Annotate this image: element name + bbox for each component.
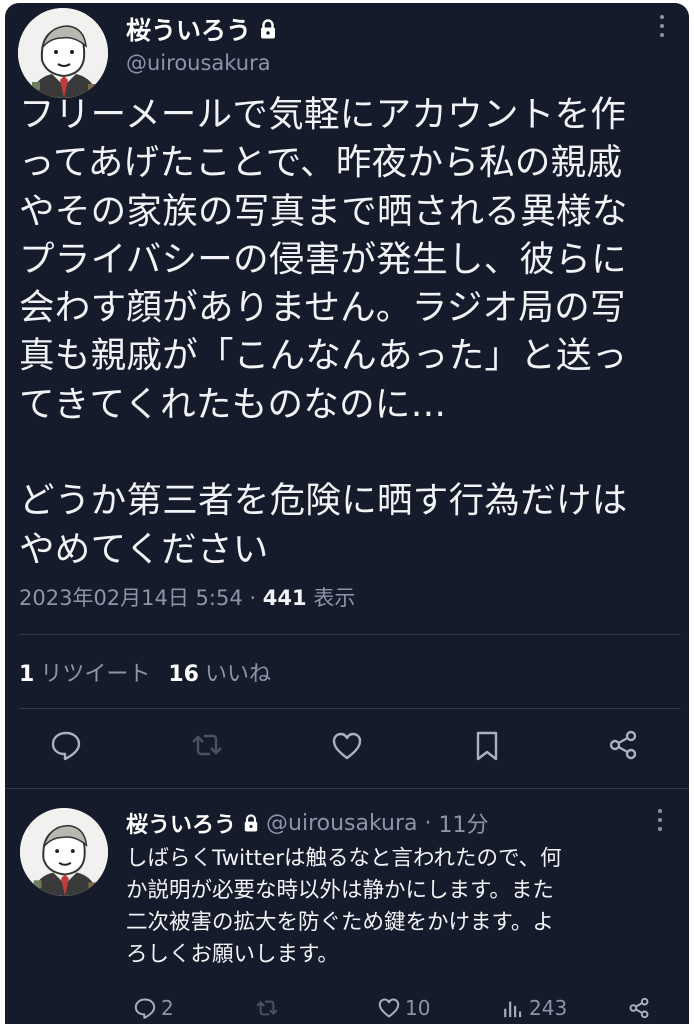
author-name[interactable]: 桜ういろう [126,11,251,47]
reply-icon [134,998,156,1019]
retweet-icon [192,734,222,756]
reply-views-button[interactable]: 243 [501,996,567,1020]
avatar[interactable] [18,8,108,98]
reply-reply-button[interactable]: 2 [133,996,174,1020]
retweet-button[interactable] [190,728,224,762]
author-name-row: 桜ういろう [126,11,277,47]
retweet-icon [256,1000,278,1016]
retweet-stat[interactable]: 1 リツイート [19,662,150,687]
author-name[interactable]: 桜ういろう [126,807,236,839]
meta-separator: · [424,810,432,836]
author-handle[interactable]: @uirousakura [126,51,271,75]
engagement-stats: 1 リツイート 16 いいね [19,656,271,688]
bookmark-button[interactable] [470,729,504,763]
like-count: 16 [168,662,199,687]
tweet-screenshot-panel: 桜ういろう @uirousakura フリーメールで気軽にアカウントを作 ってあ… [5,3,689,1024]
lock-icon [244,814,258,832]
reply-header: 桜ういろう @uirousakura · 11分 [126,807,489,839]
reply-button[interactable] [49,728,83,762]
reply-retweet-button[interactable] [255,996,279,1020]
lock-icon [261,19,276,39]
share-button[interactable] [606,728,640,762]
divider [19,708,681,709]
meta-separator: · [249,586,257,610]
reply-like-button[interactable]: 10 [377,996,430,1020]
views-icon [504,1001,522,1018]
avatar-illustration [18,8,108,98]
tweet-text: フリーメールで気軽にアカウントを作 ってあげたことで、昨夜から私の親戚 やその家… [19,94,628,570]
like-stat[interactable]: 16 いいね [168,662,271,687]
bookmark-icon [476,731,498,761]
more-icon[interactable] [658,809,662,831]
divider [19,634,681,635]
reply-icon [51,731,81,761]
views-count: 243 [529,996,568,1020]
avatar[interactable] [20,808,108,896]
heart-icon [332,732,362,760]
like-label: いいね [204,662,271,687]
more-icon[interactable] [660,15,664,37]
tweet-timestamp[interactable]: 2023年02月14日 5:54 [19,586,243,610]
views-count: 441 [262,586,307,610]
reply-text: しばらくTwitterは触るなと言われたので、何 か説明が必要な時以外は静かにし… [126,846,562,967]
retweet-label: リツイート [40,662,151,687]
like-button[interactable] [330,729,364,763]
retweet-count: 1 [19,662,35,687]
views-label: 表示 [313,586,356,610]
reply-count: 2 [161,996,174,1020]
share-icon [609,730,637,760]
like-count: 10 [405,996,431,1020]
heart-icon [378,998,400,1018]
tweet-meta: 2023年02月14日 5:54 · 441 表示 [19,582,355,612]
divider [5,788,689,789]
share-icon [629,997,649,1019]
reply-time[interactable]: 11分 [439,807,489,839]
author-handle[interactable]: @uirousakura [266,811,418,836]
reply-share-button[interactable] [627,996,651,1020]
avatar-illustration [20,808,108,896]
